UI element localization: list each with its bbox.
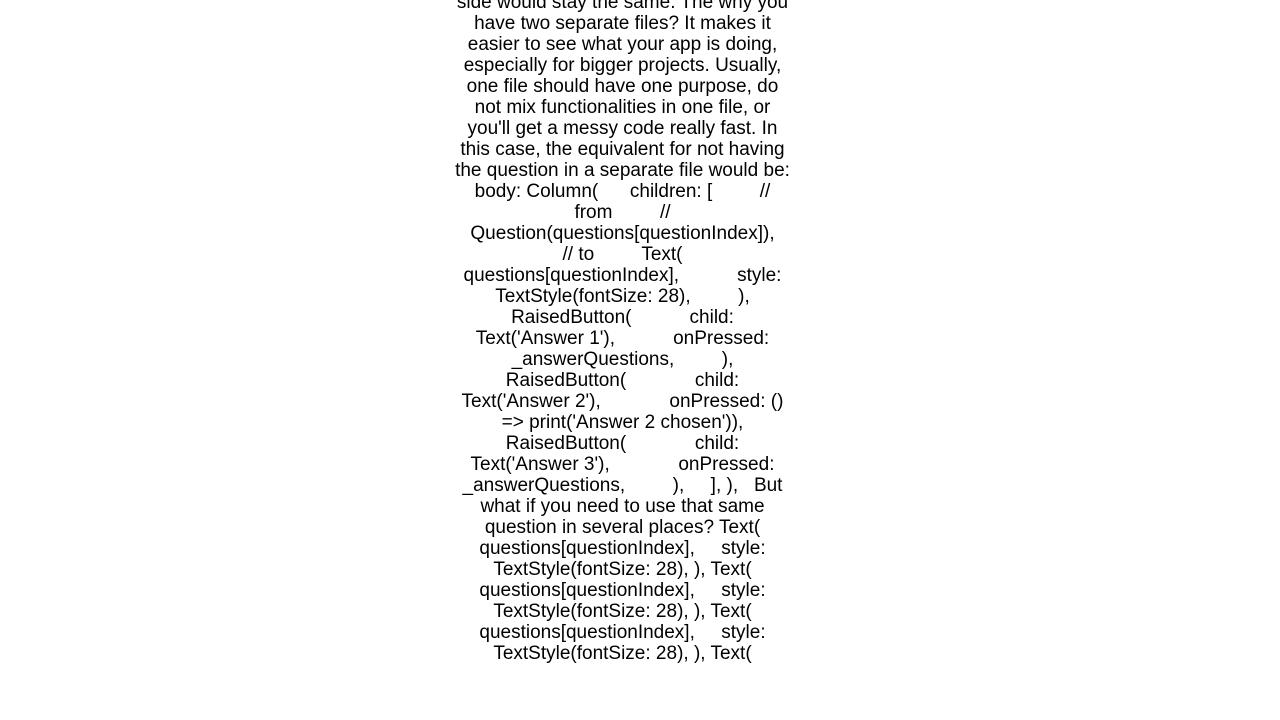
document-body-text: side would stay the same. The why you ha… [455,0,790,664]
